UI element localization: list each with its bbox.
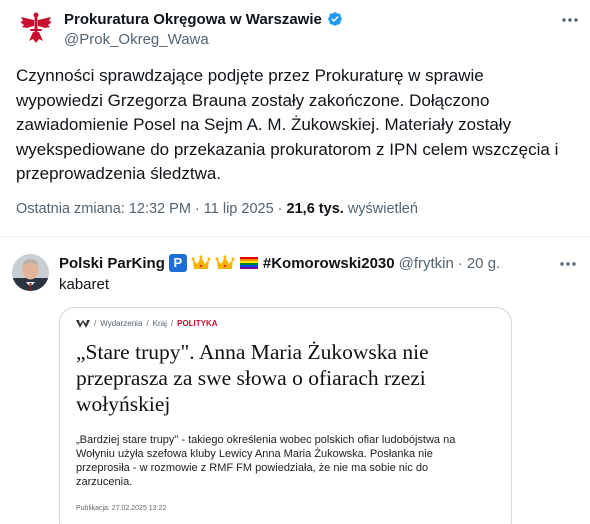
reply-timestamp[interactable]: 20 g. <box>467 255 500 272</box>
author-handle[interactable]: @Prok_Okreg_Wawa <box>64 31 209 48</box>
parking-p-emoji-icon: P <box>168 254 187 272</box>
reply-author-name[interactable]: Polski ParKing <box>59 255 165 272</box>
article-lead-line: przeprosiła - w rozmowie z RMF FM powied… <box>76 462 429 474</box>
breadcrumb-subsection[interactable]: Kraj <box>153 319 167 328</box>
reply-separator: · <box>457 254 463 272</box>
post-text-line: wyekspediowane do przekazania prokurator… <box>16 139 559 159</box>
post-meta: Ostatnia zmiana: 12:32 PM · 11 lip 2025 … <box>16 201 418 217</box>
article-card[interactable]: / Wydarzenia / Kraj / POLITYKA „Stare tr… <box>59 307 512 524</box>
post-text-line: przeprowadzenia śledztwa. <box>16 164 222 183</box>
avatar[interactable] <box>12 254 49 291</box>
views-count: 21,6 tys. <box>286 201 344 217</box>
post-timestamp[interactable]: Ostatnia zmiana: 12:32 PM · 11 lip 2025 … <box>16 201 287 217</box>
reply-author-handle[interactable]: @frytkin <box>399 255 454 272</box>
rainbow-flag-emoji-icon <box>239 257 258 269</box>
post-text-line: Czynności sprawdzające podjęte przez Pro… <box>16 66 484 85</box>
breadcrumb-separator: / <box>146 319 149 328</box>
article-lead-line: zarzucenia. <box>76 476 133 488</box>
article-lead-line: Wołyniu użyła szefowa kluby Lewicy Anna … <box>76 448 433 460</box>
breadcrumb-category[interactable]: POLITYKA <box>177 319 217 328</box>
article-title-line: wołyńskiej <box>76 392 171 416</box>
post-text-line: zawiadomienie Posel na Sejm A. M. Żukows… <box>16 115 512 134</box>
post-author-row: Prokuratura Okręgowa w Warszawie <box>64 10 344 28</box>
article-title-line: „Stare trupy". Anna Maria Żukowska nie <box>76 340 429 364</box>
publisher-logo-icon <box>76 319 90 328</box>
verified-badge-icon <box>328 12 342 26</box>
article-title-line: przeprasza za swe słowa o ofiarach rzezi <box>76 366 426 390</box>
breadcrumb: / Wydarzenia / Kraj / POLITYKA <box>76 319 218 328</box>
article-title[interactable]: „Stare trupy". Anna Maria Żukowska nie p… <box>76 339 496 417</box>
article-lead: „Bardziej stare trupy" - takiego określe… <box>76 433 501 489</box>
views-label: wyświetleń <box>343 201 418 217</box>
reply-hashtag[interactable]: #Komorowski2030 <box>263 255 395 272</box>
prosecutor-eagle-logo-icon[interactable] <box>16 8 56 48</box>
reply-text: kabaret <box>59 276 110 293</box>
breadcrumb-separator: / <box>170 319 174 328</box>
article-lead-line: „Bardziej stare trupy" - takiego określe… <box>76 434 456 446</box>
reply-author-row: Polski ParKing P #Komorowski2030 @frytki… <box>59 254 500 272</box>
article-date: Publikacja: 27.02.2025 13:22 <box>76 505 167 512</box>
more-dots-icon[interactable] <box>558 254 578 274</box>
reply-post[interactable]: Polski ParKing P #Komorowski2030 @frytki… <box>0 237 590 524</box>
breadcrumb-separator: / <box>94 319 97 328</box>
crown-emoji-icon <box>191 255 211 269</box>
crown-emoji-icon <box>215 255 235 269</box>
breadcrumb-section[interactable]: Wydarzenia <box>100 319 142 328</box>
post-text-line: wypowiedzi Grzegorza Brauna zostały zako… <box>16 90 490 110</box>
more-dots-icon[interactable] <box>560 10 580 30</box>
post-text: Czynności sprawdzające podjęte przez Pro… <box>16 64 581 187</box>
author-display-name[interactable]: Prokuratura Okręgowa w Warszawie <box>64 11 322 28</box>
